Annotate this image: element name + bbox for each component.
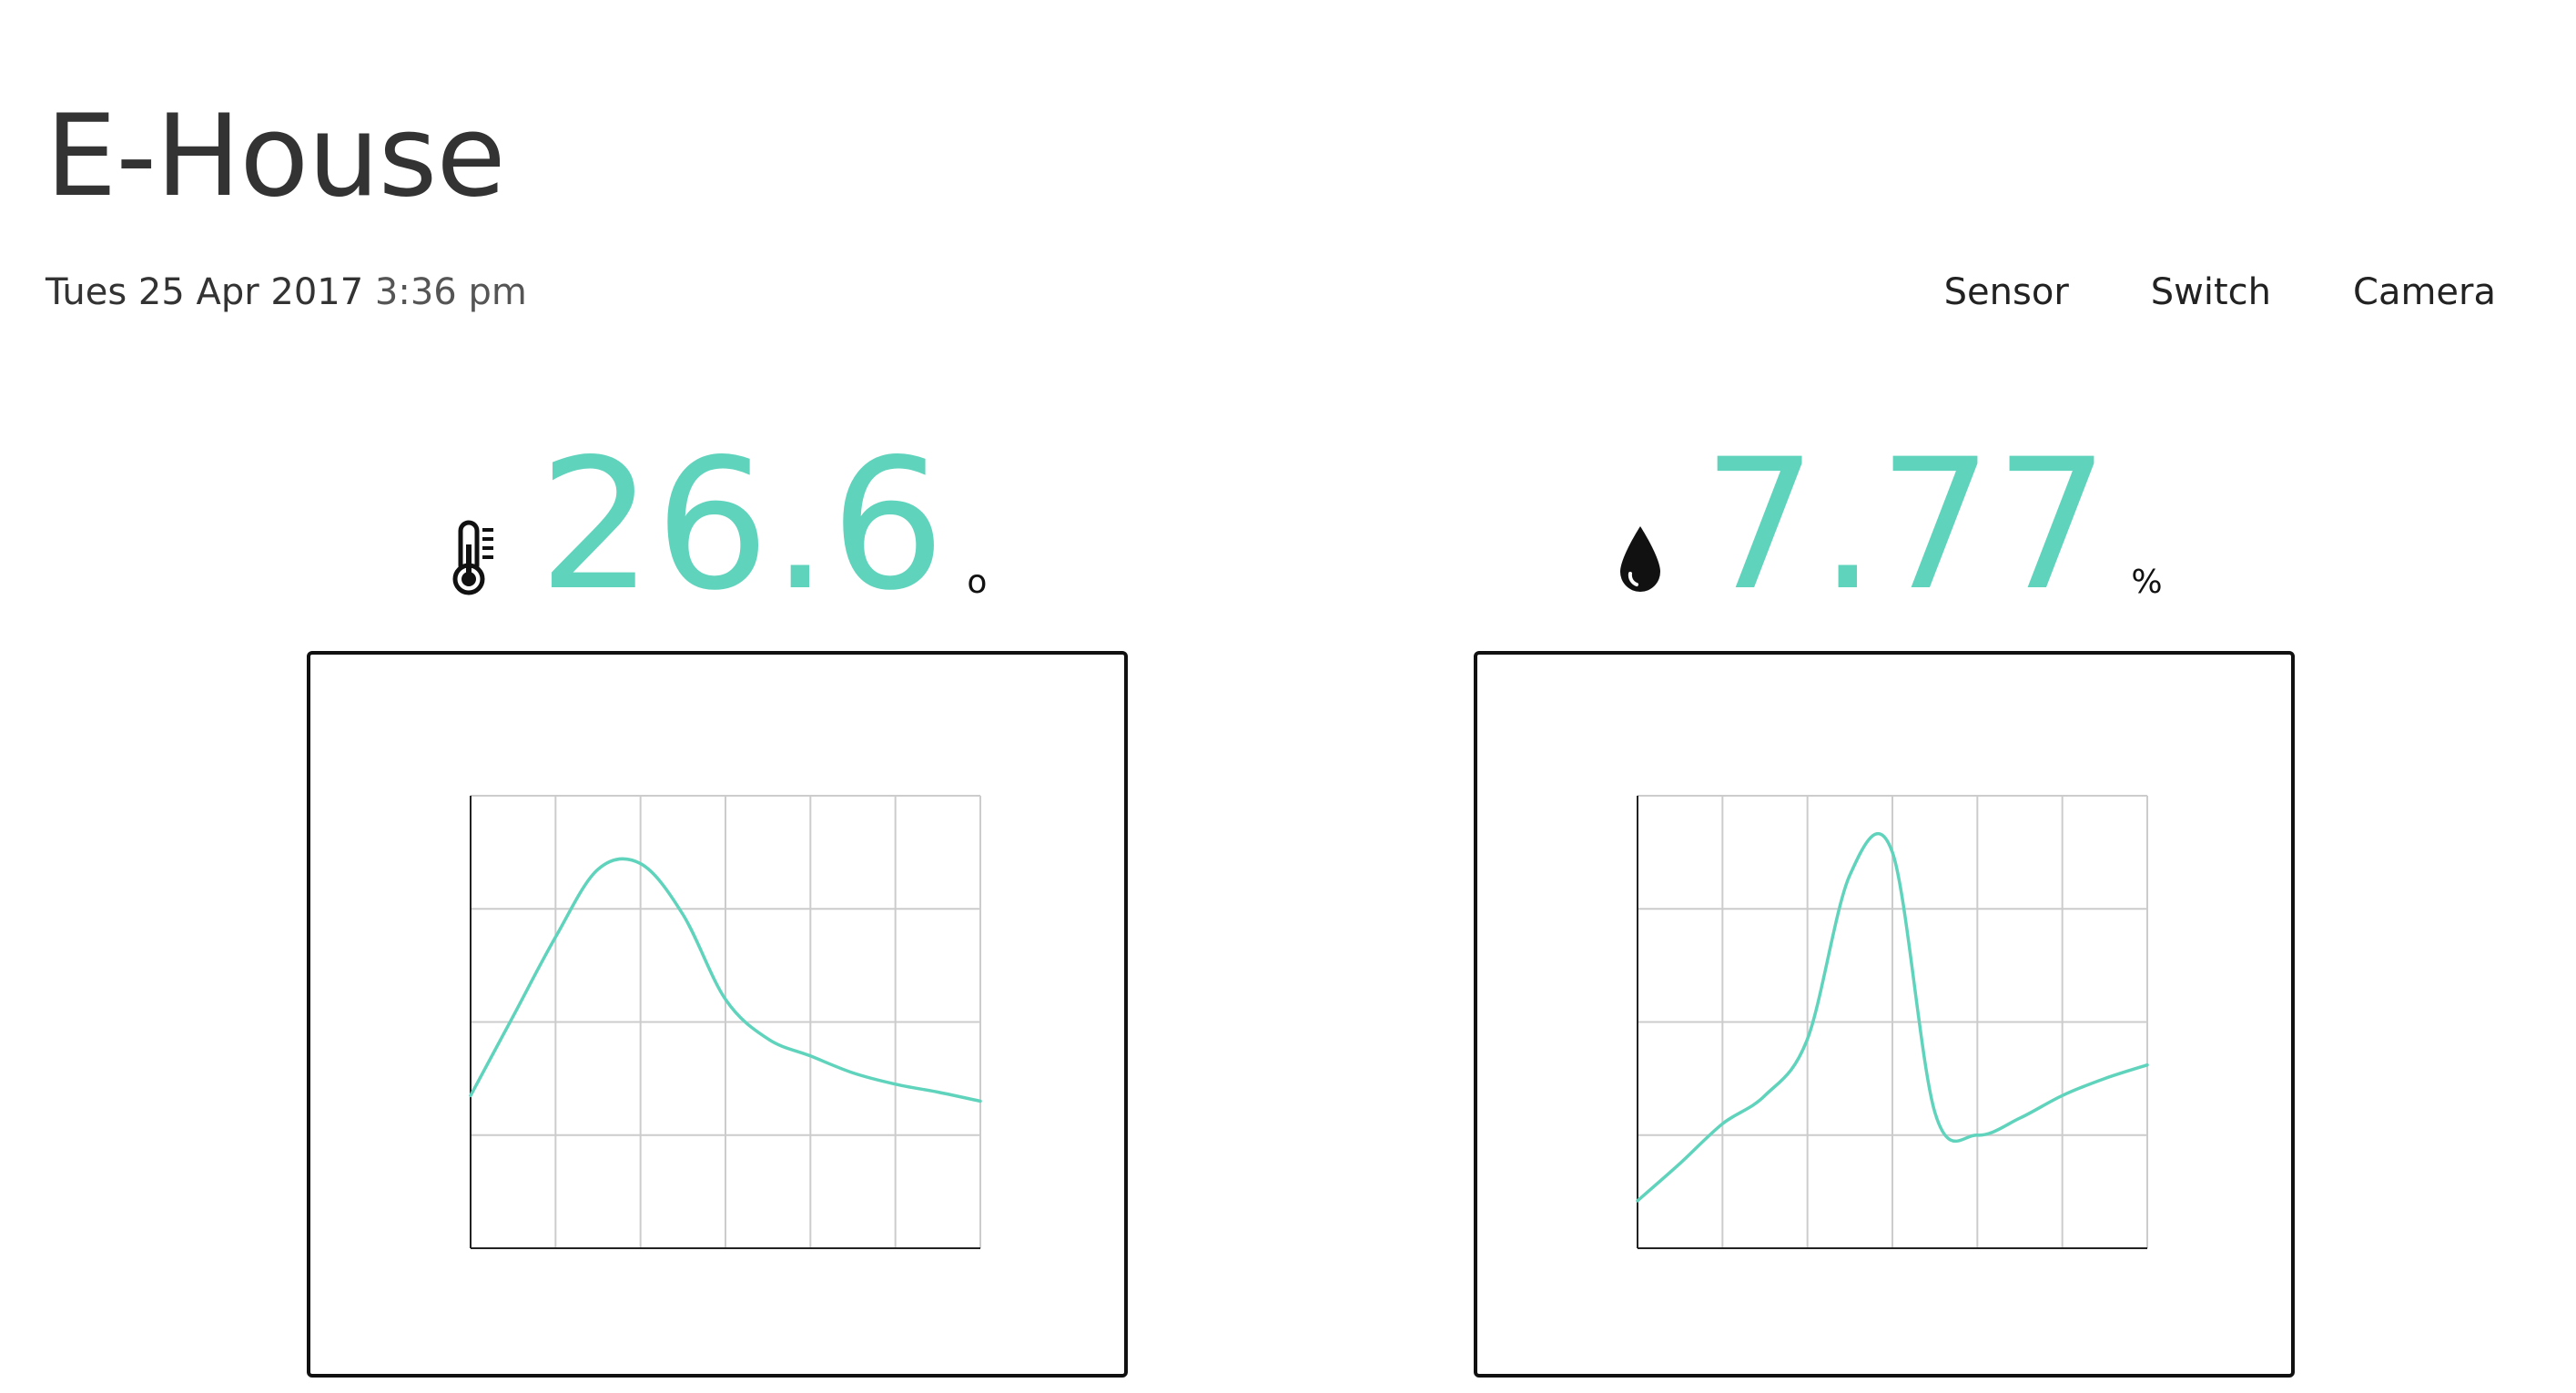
humidity-chart	[1636, 795, 2149, 1249]
nav-item-switch[interactable]: Switch	[2151, 271, 2271, 313]
temperature-reading: 26.6 o	[309, 428, 1129, 615]
nav-item-sensor[interactable]: Sensor	[1944, 271, 2069, 313]
temperature-value: 26.6	[538, 420, 948, 630]
thermometer-icon	[452, 520, 493, 595]
humidity-value: 7.77	[1702, 420, 2112, 630]
current-datetime: Tues 25 Apr 2017 3:36 pm	[46, 271, 527, 313]
nav-item-camera[interactable]: Camera	[2353, 271, 2496, 313]
humidity-reading: 7.77 %	[1479, 428, 2298, 615]
current-time: 3:36 pm	[374, 271, 527, 313]
current-date: Tues 25 Apr 2017	[46, 271, 364, 313]
temperature-unit: o	[967, 564, 988, 601]
main-nav: Sensor Switch Camera	[1944, 271, 2496, 313]
temperature-chart-card	[307, 651, 1128, 1378]
humidity-chart-card	[1474, 651, 2295, 1378]
app-title: E-House	[46, 91, 506, 222]
humidity-unit: %	[2131, 564, 2163, 601]
temperature-chart	[469, 795, 982, 1249]
water-drop-icon	[1620, 526, 1661, 592]
